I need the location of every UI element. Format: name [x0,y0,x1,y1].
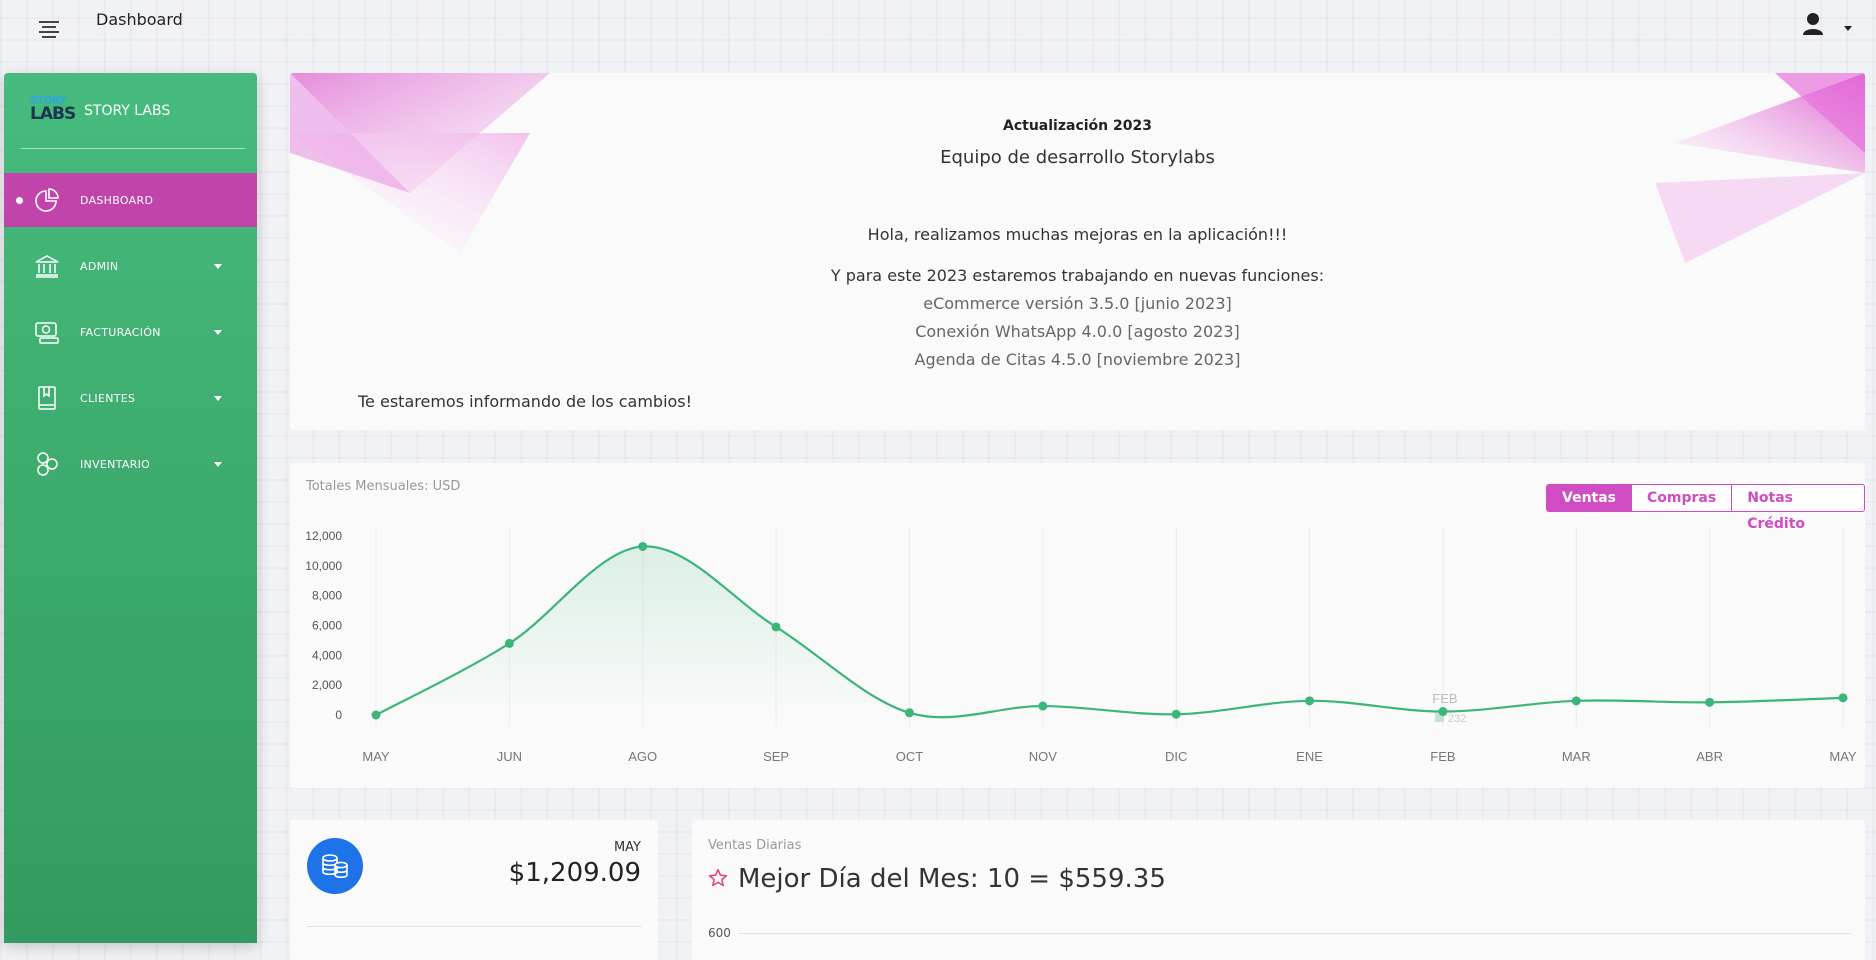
divider [307,926,641,927]
chevron-down-icon [214,329,222,335]
announcement-card: Actualización 2023 Equipo de desarrollo … [290,73,1865,430]
active-indicator [16,196,23,204]
data-point [1838,693,1848,703]
sidebar-item-inventario[interactable]: INVENTARIO [4,437,257,491]
star-icon [708,868,728,887]
x-tick-label: DIC [1165,749,1187,764]
x-tick-label: ENE [1296,749,1323,764]
monthly-totals-card: 0 2,000 4,000 6,000 8,000 10,000 12,000 MAY JUN A… [290,463,1865,788]
feature-item: Agenda de Citas 4.5.0 [noviembre 2023] [914,350,1241,369]
top-bar: Dashboard [0,0,1876,60]
x-tick-label: NOV [1029,749,1058,764]
announcement-closing: Te estaremos informando de los cambios! [358,392,693,411]
money-icon [35,322,59,344]
sidebar-item-clientes[interactable]: CLIENTES [4,371,257,425]
y-tick-label: 4,000 [312,648,342,662]
chevron-down-icon [214,395,222,401]
stat-period: MAY [613,840,641,855]
grid-line [738,933,1851,934]
best-day-title: Mejor Día del Mes: 10 = $559.35 [738,864,1166,894]
y-tick-label: 12,000 [305,529,342,543]
chevron-down-icon [214,461,222,467]
chart-tabs: Ventas Compras Notas Crédito [1546,484,1865,532]
sidebar-item-admin[interactable]: ADMIN [4,239,257,293]
coins-icon [307,838,363,894]
y-tick-label: 2,000 [312,678,342,692]
sidebar-item-dashboard[interactable]: DASHBOARD [4,173,257,227]
divider [21,148,245,149]
data-point [1038,701,1048,711]
monthly-stat-card: MAY $1,209.09 [290,820,658,960]
sidebar-item-label: CLIENTES [80,391,136,405]
brand-logo: STORY LABS [30,94,76,124]
pie-chart-icon [35,188,59,212]
data-point [771,622,781,632]
sidebar-item-label: INVENTARIO [80,457,151,471]
brand[interactable]: STORY LABS STORY LABS [28,91,170,131]
menu-toggle-icon[interactable] [36,18,62,40]
tab-compras[interactable]: Compras [1632,484,1733,512]
sidebar-item-label: FACTURACIÓN [80,325,161,339]
sidebar: STORY LABS STORY LABS DASHBOARD ADMIN FA… [4,73,257,943]
brand-name: STORY LABS [84,103,171,119]
daily-sales-caption: Ventas Diarias [708,838,802,853]
user-icon [1803,13,1823,35]
chevron-down-icon [214,263,222,269]
sidebar-item-label: DASHBOARD [80,193,154,207]
data-point [1571,696,1581,706]
y-tick-label: 600 [708,926,731,940]
chevron-down-icon [1844,26,1852,31]
tooltip-label: FEB [1432,691,1457,706]
y-tick-label: 6,000 [312,619,342,633]
x-tick-label: MAY [362,749,390,764]
data-point [371,710,381,720]
x-tick-label: OCT [896,749,924,764]
feature-item: eCommerce versión 3.5.0 [junio 2023] [923,294,1232,313]
x-tick-label: SEP [763,749,789,764]
data-point [1171,709,1181,719]
bank-icon [35,255,59,278]
feature-item: Conexión WhatsApp 4.0.0 [agosto 2023] [915,322,1240,341]
x-tick-label: MAY [1829,749,1857,764]
announcement-subtitle: Equipo de desarrollo Storylabs [940,147,1215,168]
x-tick-label: FEB [1430,749,1455,764]
data-point [638,541,648,551]
sidebar-item-facturacion[interactable]: FACTURACIÓN [4,305,257,359]
data-point [504,638,514,648]
stat-value: $1,209.09 [508,858,641,888]
x-tick-label: MAR [1562,749,1591,764]
y-tick-label: 0 [335,708,342,722]
series-area [376,546,1843,718]
y-tick-label: 10,000 [305,559,342,573]
announcement-text: Y para este 2023 estaremos trabajando en… [830,266,1325,285]
chart-title: Totales Mensuales: USD [306,479,461,494]
user-menu[interactable] [1802,12,1852,42]
tab-ventas[interactable]: Ventas [1546,484,1633,512]
circles-icon [37,452,58,476]
tab-notas-credito[interactable]: Notas Crédito [1732,484,1865,532]
x-tick-label: ABR [1696,749,1723,764]
tooltip-swatch [1434,713,1444,722]
x-tick-label: JUN [497,749,522,764]
sidebar-item-label: ADMIN [80,259,119,273]
announcement-title: Actualización 2023 [1003,118,1152,134]
x-tick-label: AGO [628,749,657,764]
tooltip-value: 232 [1448,713,1466,725]
announcement-text: Hola, realizamos muchas mejoras en la ap… [867,225,1288,244]
page-title: Dashboard [96,10,183,29]
daily-sales-card: Ventas Diarias Mejor Día del Mes: 10 = $… [692,820,1865,960]
data-point [904,708,914,718]
book-icon [38,386,56,410]
data-point [1705,697,1715,707]
y-tick-label: 8,000 [312,589,342,603]
data-point [1305,696,1315,706]
